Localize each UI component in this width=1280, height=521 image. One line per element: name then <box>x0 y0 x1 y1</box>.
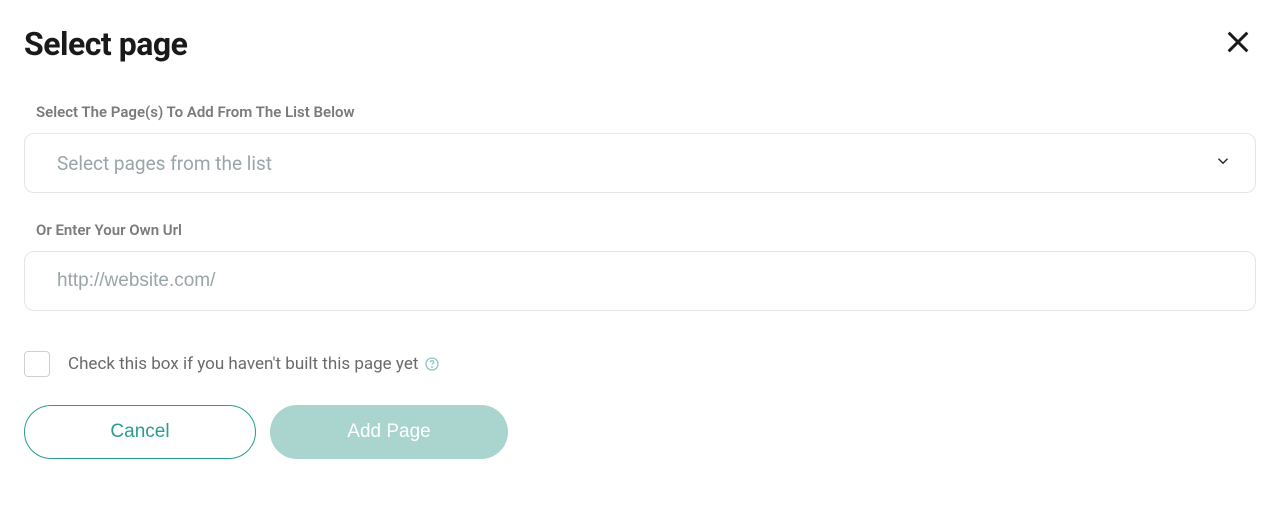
page-select-label: Select The Page(s) To Add From The List … <box>24 103 1256 121</box>
help-icon[interactable] <box>424 356 440 372</box>
cancel-button[interactable]: Cancel <box>24 405 256 459</box>
not-built-checkbox-label: Check this box if you haven't built this… <box>68 354 440 374</box>
page-select[interactable]: Select pages from the list <box>24 133 1256 193</box>
close-button[interactable] <box>1220 24 1256 63</box>
page-select-placeholder: Select pages from the list <box>24 133 1256 193</box>
modal-title: Select page <box>24 25 187 63</box>
not-built-checkbox[interactable] <box>24 351 50 377</box>
checkbox-label-text: Check this box if you haven't built this… <box>68 354 418 374</box>
url-input[interactable] <box>24 251 1256 311</box>
url-field-label: Or Enter Your Own Url <box>24 221 1256 239</box>
close-icon <box>1224 28 1252 59</box>
add-page-button[interactable]: Add Page <box>270 405 508 459</box>
